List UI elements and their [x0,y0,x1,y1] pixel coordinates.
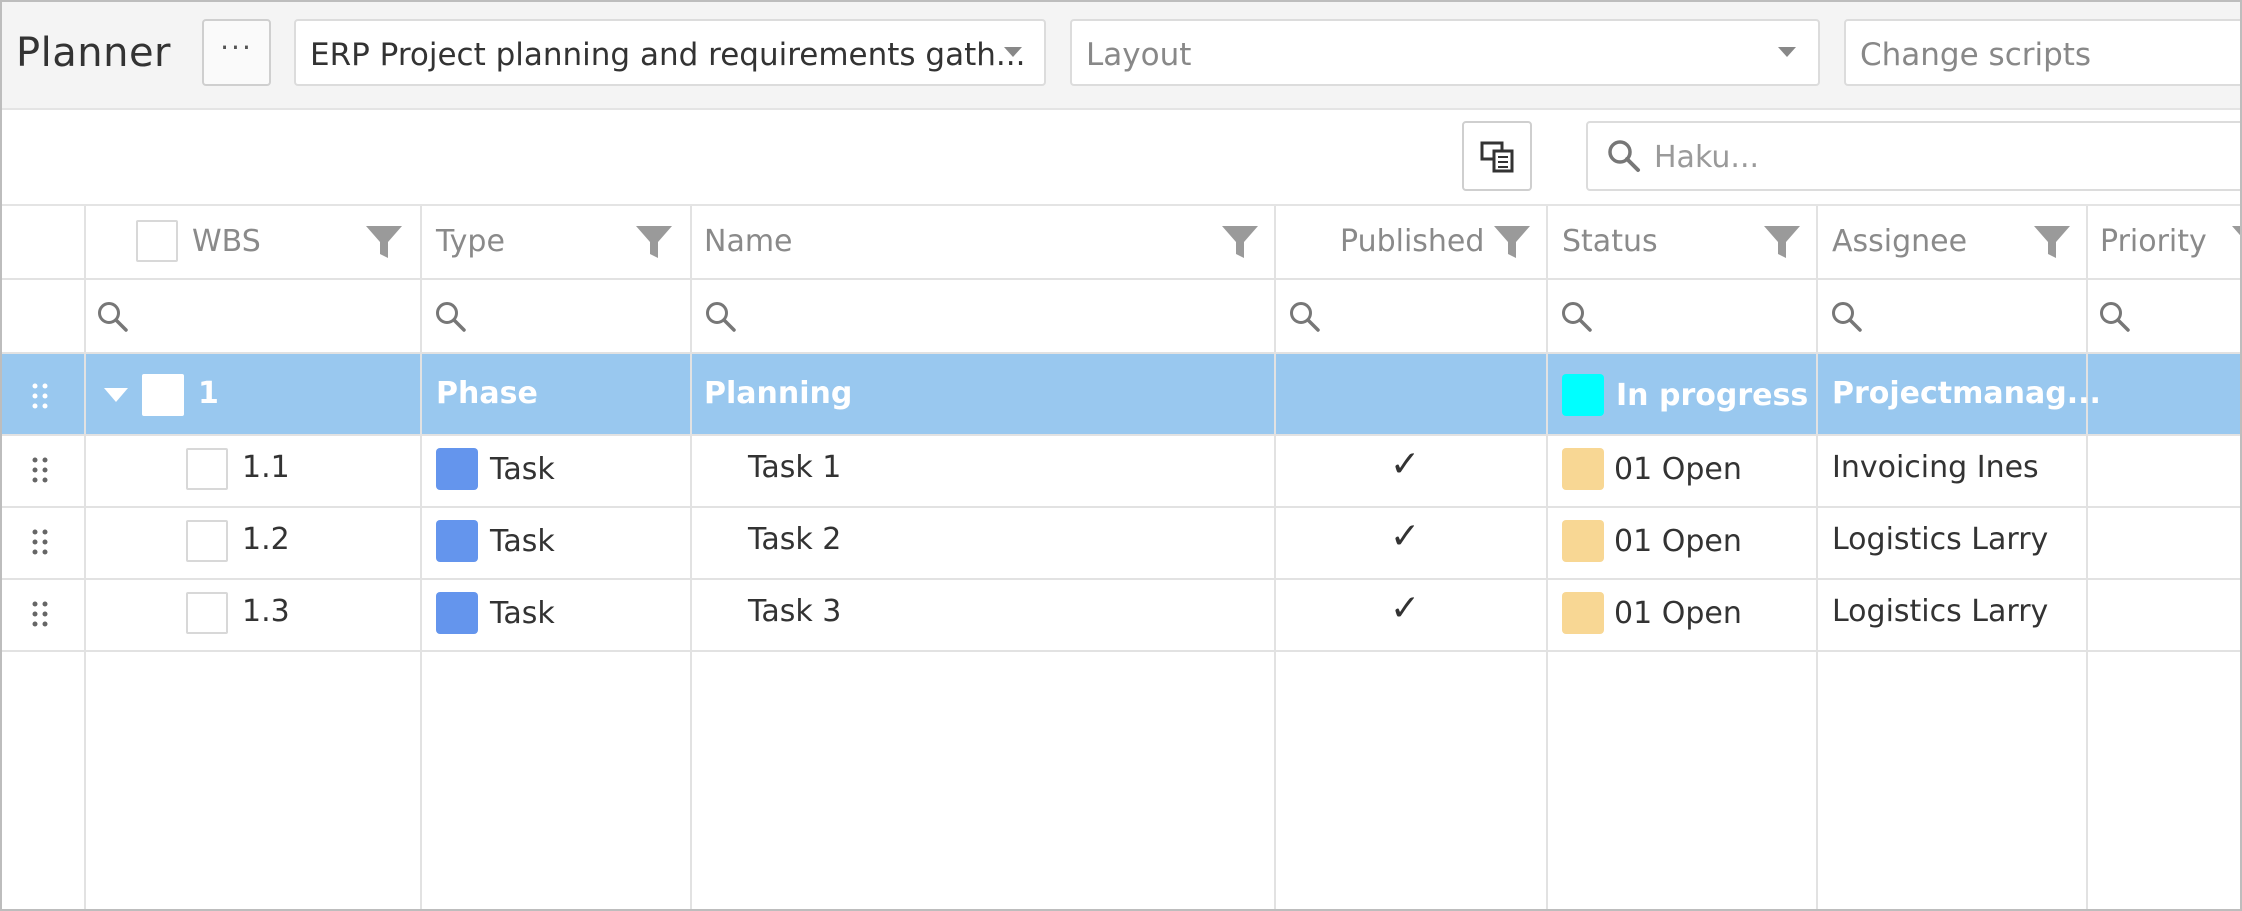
column-filter-search-icon[interactable] [1830,300,1864,334]
type-cell: Task [490,452,555,487]
wbs-cell: 1 [198,376,219,411]
row-checkbox[interactable] [142,374,184,416]
status-cell: 01 Open [1614,596,1742,631]
column-header-published[interactable]: Published [1340,224,1484,259]
status-cell: 01 Open [1614,452,1742,487]
published-check-icon: ✓ [1390,588,1421,629]
name-cell[interactable]: Task 2 [748,522,841,557]
filter-icon[interactable] [2032,222,2072,262]
name-cell[interactable]: Task 1 [748,450,841,485]
status-cell: In progress [1616,378,1809,413]
filter-icon[interactable] [364,222,404,262]
column-header-status[interactable]: Status [1562,224,1658,259]
export-icon [1480,141,1514,173]
column-filter-search-icon[interactable] [2098,300,2132,334]
type-cell: Task [490,596,555,631]
grid-toolbar [2,110,2240,206]
wbs-cell: 1.3 [242,594,290,629]
search-icon [1608,140,1640,172]
type-color-swatch [436,520,478,562]
project-select[interactable]: ERP Project planning and requirements ga… [294,19,1046,86]
wbs-cell: 1.2 [242,522,290,557]
filter-icon[interactable] [1762,222,1802,262]
filter-icon[interactable] [1220,222,1260,262]
more-options-button[interactable]: ··· [202,19,271,86]
assignee-cell: Logistics Larry [1832,594,2049,629]
app-title: Planner [16,30,172,76]
status-color-swatch [1562,374,1604,416]
type-color-swatch [436,448,478,490]
published-check-icon: ✓ [1390,444,1421,485]
export-button[interactable] [1462,121,1532,191]
layout-select[interactable]: Layout [1070,19,1820,86]
change-scripts-select[interactable]: Change scripts [1844,19,2240,86]
column-filter-search-icon[interactable] [96,300,130,334]
published-check-icon: ✓ [1390,516,1421,557]
column-filter-search-icon[interactable] [1560,300,1594,334]
drag-handle-icon[interactable] [30,528,50,556]
top-bar: Planner ··· ERP Project planning and req… [2,2,2240,110]
status-color-swatch [1562,448,1604,490]
project-select-value: ERP Project planning and requirements ga… [310,37,1026,73]
column-header-type[interactable]: Type [436,224,505,259]
column-header-name[interactable]: Name [704,224,793,259]
column-header-wbs[interactable]: WBS [192,224,261,259]
planner-window: Planner ··· ERP Project planning and req… [0,0,2242,911]
column-header-priority[interactable]: Priority [2100,224,2207,259]
status-cell: 01 Open [1614,524,1742,559]
filter-icon[interactable] [2230,222,2242,262]
column-filter-search-icon[interactable] [434,300,468,334]
task-grid: WBS Type Name Published Status Assignee … [2,206,2242,909]
type-color-swatch [436,592,478,634]
chevron-down-icon [1778,47,1796,57]
filter-icon[interactable] [634,222,674,262]
assignee-cell: Logistics Larry [1832,522,2049,557]
layout-select-placeholder: Layout [1086,37,1192,73]
wbs-cell: 1.1 [242,450,290,485]
column-filter-search-icon[interactable] [704,300,738,334]
assignee-cell: Invoicing Ines [1832,450,2039,485]
drag-handle-icon[interactable] [30,600,50,628]
grid-search[interactable] [1586,121,2240,191]
chevron-down-icon [1004,47,1022,57]
status-color-swatch [1562,592,1604,634]
status-color-swatch [1562,520,1604,562]
drag-handle-icon[interactable] [30,456,50,484]
row-checkbox[interactable] [186,448,228,490]
column-filter-search-icon[interactable] [1288,300,1322,334]
grid-search-input[interactable] [1654,135,2214,179]
row-checkbox[interactable] [186,592,228,634]
type-cell: Task [490,524,555,559]
column-header-assignee[interactable]: Assignee [1832,224,1967,259]
filter-icon[interactable] [1492,222,1532,262]
name-cell[interactable]: Planning [704,376,852,411]
change-scripts-placeholder: Change scripts [1860,37,2092,73]
name-cell[interactable]: Task 3 [748,594,841,629]
drag-handle-icon[interactable] [30,382,50,410]
row-checkbox[interactable] [186,520,228,562]
assignee-cell: Projectmanag... [1832,376,2101,411]
caret-down-icon[interactable] [104,388,128,402]
type-cell: Phase [436,376,538,411]
select-all-checkbox[interactable] [136,220,178,262]
